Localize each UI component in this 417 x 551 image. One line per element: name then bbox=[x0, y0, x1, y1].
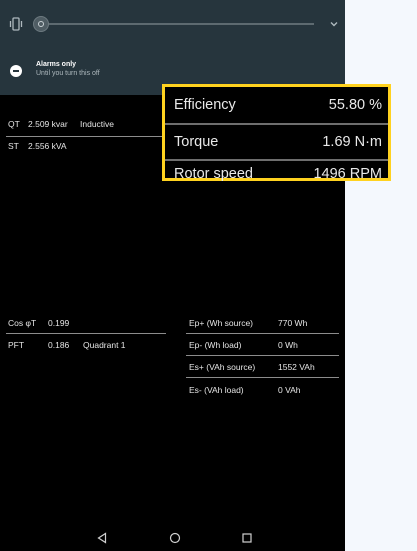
dnd-title: Alarms only bbox=[36, 61, 77, 68]
divider bbox=[6, 136, 164, 137]
energy-value: 770 Wh bbox=[278, 318, 308, 328]
energy-label: Es- (VAh load) bbox=[189, 385, 244, 395]
recents-square-icon[interactable] bbox=[241, 532, 253, 544]
rotor-speed-value: 1496 RPM bbox=[313, 166, 382, 182]
st-label: ST bbox=[8, 141, 19, 151]
chevron-down-icon[interactable] bbox=[328, 18, 340, 30]
torque-value: 1.69 N·m bbox=[322, 134, 382, 150]
divider bbox=[186, 333, 339, 334]
cos-value: 0.199 bbox=[48, 318, 70, 328]
torque-label: Torque bbox=[174, 134, 219, 150]
popup-divider bbox=[165, 123, 388, 125]
vibrate-icon[interactable] bbox=[8, 17, 24, 31]
energy-value: 1552 VAh bbox=[278, 362, 315, 372]
dnd-subtitle: Until you turn this off bbox=[36, 70, 100, 77]
pft-extra: Quadrant 1 bbox=[83, 340, 126, 350]
dnd-alarms-only-row[interactable]: Alarms only Until you turn this off bbox=[10, 59, 330, 85]
motor-stats-popup: Efficiency 55.80 % Torque 1.69 N·m Rotor… bbox=[162, 84, 391, 182]
qt-label: QT bbox=[8, 119, 20, 129]
torque-row: Torque 1.69 N·m bbox=[165, 128, 388, 158]
qt-value: 2.509 kvar bbox=[28, 119, 68, 129]
rotor-speed-label: Rotor speed bbox=[174, 166, 253, 182]
volume-slider-thumb[interactable] bbox=[33, 16, 49, 32]
device-screen: Alarms only Until you turn this off QT 2… bbox=[0, 0, 345, 551]
qt-extra: Inductive bbox=[80, 119, 115, 129]
st-value: 2.556 kVA bbox=[28, 141, 67, 151]
do-not-disturb-icon bbox=[10, 65, 22, 77]
pft-value: 0.186 bbox=[48, 340, 70, 350]
volume-slider-row bbox=[8, 14, 338, 34]
energy-label: Ep- (Wh load) bbox=[189, 340, 242, 350]
notification-shade: Alarms only Until you turn this off bbox=[0, 0, 345, 95]
rotor-speed-row: Rotor speed 1496 RPM bbox=[165, 160, 388, 190]
divider bbox=[6, 333, 166, 334]
efficiency-value: 55.80 % bbox=[328, 97, 382, 113]
divider bbox=[186, 377, 339, 378]
energy-label: Ep+ (Wh source) bbox=[189, 318, 254, 328]
pft-label: PFT bbox=[8, 340, 25, 350]
efficiency-label: Efficiency bbox=[174, 97, 236, 113]
cos-label: Cos φT bbox=[8, 318, 37, 328]
energy-value: 0 VAh bbox=[278, 385, 301, 395]
volume-slider-track[interactable] bbox=[34, 23, 314, 25]
divider bbox=[186, 355, 339, 356]
energy-value: 0 Wh bbox=[278, 340, 298, 350]
navigation-bar bbox=[0, 526, 345, 551]
back-triangle-icon[interactable] bbox=[96, 532, 108, 544]
home-circle-icon[interactable] bbox=[169, 532, 181, 544]
energy-label: Es+ (VAh source) bbox=[189, 362, 256, 372]
efficiency-row: Efficiency 55.80 % bbox=[165, 91, 388, 121]
